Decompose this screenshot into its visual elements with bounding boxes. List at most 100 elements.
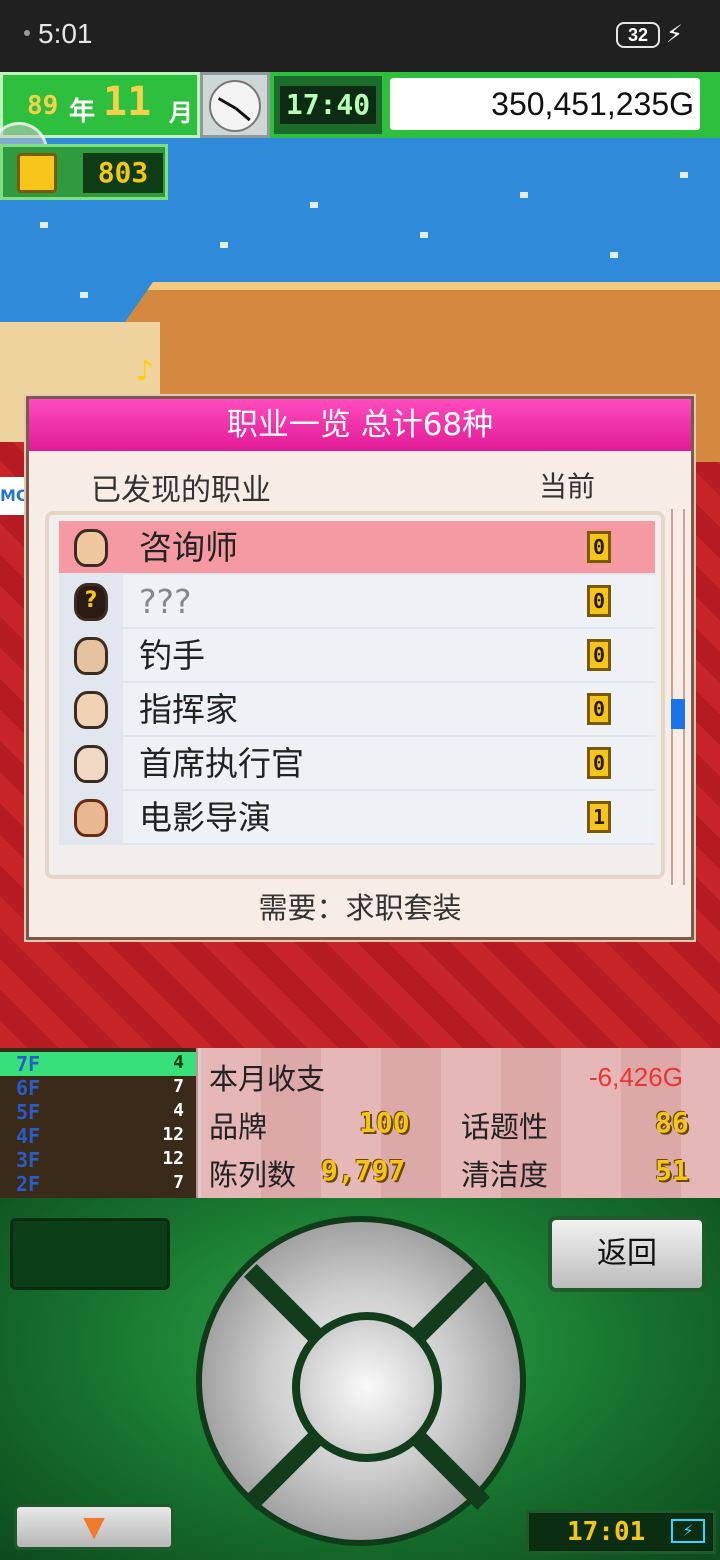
job-count: 1 — [587, 801, 611, 833]
confetti — [520, 192, 528, 198]
job-name: 咨询师 — [139, 528, 238, 567]
job-name: 钓手 — [139, 636, 205, 675]
job-name: ??? — [139, 582, 192, 621]
controller-panel: 返回 ▼ — [0, 1198, 720, 1560]
ticket-count: 803 — [83, 153, 163, 193]
floor-label: 2F — [16, 1172, 41, 1196]
angler-avatar-icon — [59, 629, 123, 683]
job-list[interactable]: 咨询师 0 ? ??? 0 钓手 0 指挥家 0 首席执行官 0 电影导演 1 — [59, 521, 655, 845]
battery-indicator: 32 — [616, 22, 660, 48]
brand-value: 100 — [359, 1106, 410, 1139]
confetti — [220, 242, 228, 248]
bottom-clock-value: 17:01 — [567, 1517, 646, 1547]
floor-row[interactable]: 5F 4 — [0, 1100, 196, 1124]
unknown-avatar-icon: ? — [59, 575, 123, 629]
month-unit: 月 — [169, 99, 193, 127]
floor-row[interactable]: 2F 7 — [0, 1172, 196, 1196]
job-name: 电影导演 — [139, 798, 271, 837]
requirement-text: 需要：求职套装 — [258, 891, 462, 925]
cleanliness-value: 51 — [655, 1154, 689, 1187]
job-row[interactable]: ? ??? 0 — [59, 575, 655, 629]
confetti — [40, 222, 48, 228]
job-count: 0 — [587, 585, 611, 617]
clock-icon — [200, 72, 270, 138]
info-screen — [10, 1218, 170, 1290]
money-display: 350,451,235G — [386, 72, 720, 138]
confetti — [610, 252, 618, 258]
battery-icon: ⚡ — [671, 1519, 705, 1543]
floor-value: 4 — [173, 1052, 184, 1073]
dialog-title: 职业一览 总计68种 — [29, 399, 691, 451]
column-current: 当前 — [539, 470, 596, 503]
year-number: 89 — [27, 91, 59, 121]
job-row[interactable]: 首席执行官 0 — [59, 737, 655, 791]
consultant-avatar-icon — [59, 521, 123, 575]
floor-label: 4F — [16, 1124, 41, 1148]
job-count: 0 — [587, 747, 611, 779]
job-list-dialog: 职业一览 总计68种 已发现的职业 当前 咨询师 0 ? ??? 0 钓手 0 … — [26, 396, 694, 940]
topic-label: 话题性 — [461, 1110, 549, 1144]
stats-panel: 7F 4 6F 7 5F 4 4F 12 3F 12 2F 7 本月收支 -6,… — [0, 1048, 720, 1198]
job-count: 0 — [587, 639, 611, 671]
column-found-jobs: 已发现的职业 — [91, 473, 271, 508]
floor-row[interactable]: 6F 7 — [0, 1076, 196, 1100]
job-row[interactable]: 电影导演 1 — [59, 791, 655, 845]
job-name: 首席执行官 — [139, 744, 304, 783]
job-row[interactable]: 指挥家 0 — [59, 683, 655, 737]
monthly-balance-value: -6,426G — [589, 1062, 683, 1092]
dpad[interactable] — [196, 1216, 526, 1546]
floor-label: 7F — [16, 1052, 41, 1076]
music-note-icon: ♪ — [136, 354, 154, 387]
job-count: 0 — [587, 531, 611, 563]
chevron-down-icon: ▼ — [83, 1510, 105, 1543]
charging-icon: ⚡ — [666, 20, 683, 48]
floor-label: 3F — [16, 1148, 41, 1172]
floor-label: 6F — [16, 1076, 41, 1100]
monthly-balance-label: 本月收支 — [209, 1062, 326, 1096]
scroll-down-button[interactable]: ▼ — [14, 1504, 174, 1550]
year-unit: 年 — [69, 97, 96, 127]
floor-row[interactable]: 4F 12 — [0, 1124, 196, 1148]
floor-row[interactable]: 3F 12 — [0, 1148, 196, 1172]
job-row[interactable]: 钓手 0 — [59, 629, 655, 683]
job-count: 0 — [587, 693, 611, 725]
back-button[interactable]: 返回 — [548, 1216, 706, 1292]
month-number: 11 — [103, 79, 152, 125]
floor-value: 12 — [162, 1124, 184, 1145]
ticket-icon — [17, 153, 57, 193]
job-list-frame: 咨询师 0 ? ??? 0 钓手 0 指挥家 0 首席执行官 0 电影导演 1 — [45, 511, 665, 879]
ticket-display[interactable]: 803 — [0, 144, 168, 200]
status-time: 5:01 — [38, 18, 93, 49]
floor-value: 7 — [173, 1172, 184, 1193]
status-bar: 5:01 32 ⚡ — [0, 0, 720, 72]
ceo-avatar-icon — [59, 737, 123, 791]
brand-label: 品牌 — [209, 1110, 268, 1144]
game-time: 17:40 — [270, 72, 386, 138]
dpad-center-button[interactable] — [292, 1312, 442, 1462]
notification-dot — [24, 30, 30, 36]
conductor-avatar-icon — [59, 683, 123, 737]
topic-value: 86 — [655, 1106, 689, 1139]
confetti — [680, 172, 688, 178]
confetti — [310, 202, 318, 208]
floor-row[interactable]: 7F 4 — [0, 1052, 196, 1076]
display-count-label: 陈列数 — [209, 1158, 297, 1192]
confetti — [80, 292, 88, 298]
film-director-avatar-icon — [59, 791, 123, 845]
money-value: 350,451,235G — [390, 78, 700, 130]
game-time-value: 17:40 — [280, 86, 376, 124]
floor-label: 5F — [16, 1100, 41, 1124]
scroll-thumb[interactable] — [671, 699, 685, 729]
confetti — [420, 232, 428, 238]
floor-list[interactable]: 7F 4 6F 7 5F 4 4F 12 3F 12 2F 7 — [0, 1048, 196, 1198]
display-count-value: 9,797 — [321, 1154, 406, 1187]
bottom-clock: 17:01 ⚡ — [526, 1510, 716, 1554]
cleanliness-label: 清洁度 — [461, 1158, 549, 1192]
finance-stats: 本月收支 -6,426G 品牌 100 话题性 86 陈列数 9,797 清洁度… — [198, 1048, 720, 1198]
floor-value: 7 — [173, 1076, 184, 1097]
floor-value: 12 — [162, 1148, 184, 1169]
list-scrollbar[interactable] — [671, 509, 685, 885]
job-row[interactable]: 咨询师 0 — [59, 521, 655, 575]
job-name: 指挥家 — [139, 690, 238, 729]
floor-value: 4 — [173, 1100, 184, 1121]
